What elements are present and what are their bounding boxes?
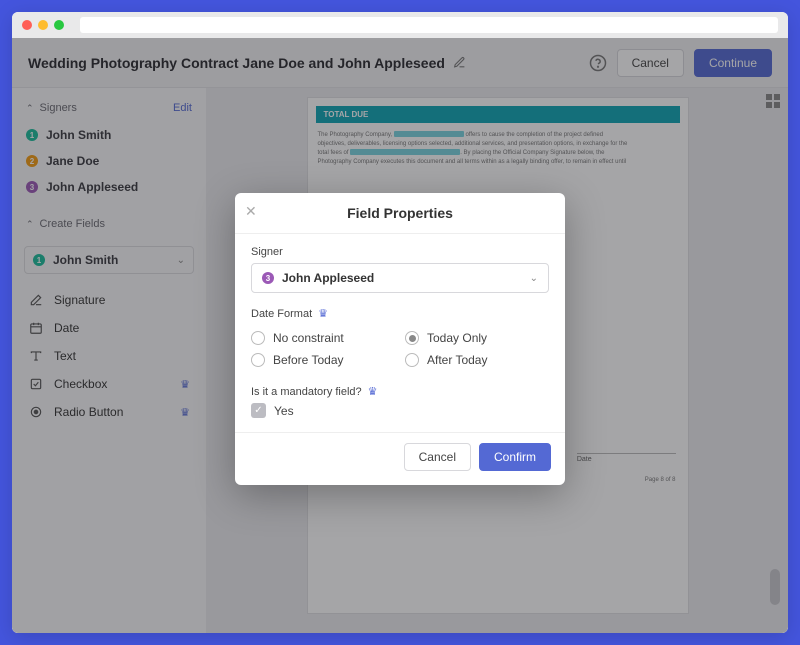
url-bar[interactable] xyxy=(80,17,778,33)
minimize-window-icon[interactable] xyxy=(38,20,48,30)
date-format-label: Date Format ♛ xyxy=(251,307,549,320)
crown-icon: ♛ xyxy=(318,307,328,320)
modal-overlay: ✕ Field Properties Signer 3 John Applese… xyxy=(12,38,788,633)
modal-header: ✕ Field Properties xyxy=(235,193,565,234)
modal-cancel-button[interactable]: Cancel xyxy=(404,443,471,471)
field-properties-modal: ✕ Field Properties Signer 3 John Applese… xyxy=(235,193,565,485)
modal-footer: Cancel Confirm xyxy=(235,432,565,485)
modal-body: Signer 3 John Appleseed ⌄ Date Format ♛ … xyxy=(235,234,565,424)
mandatory-label: Is it a mandatory field? ♛ xyxy=(251,385,549,398)
signer-select[interactable]: 3 John Appleseed ⌄ xyxy=(251,263,549,293)
maximize-window-icon[interactable] xyxy=(54,20,64,30)
app: Wedding Photography Contract Jane Doe an… xyxy=(12,38,788,633)
radio-icon xyxy=(251,353,265,367)
radio-before-today[interactable]: Before Today xyxy=(251,353,395,367)
modal-title: Field Properties xyxy=(249,205,551,221)
modal-confirm-button[interactable]: Confirm xyxy=(479,443,551,471)
mandatory-checkbox[interactable]: ✓ Yes xyxy=(251,403,549,418)
close-window-icon[interactable] xyxy=(22,20,32,30)
radio-no-constraint[interactable]: No constraint xyxy=(251,331,395,345)
radio-icon xyxy=(251,331,265,345)
crown-icon: ♛ xyxy=(368,385,378,398)
browser-window: Wedding Photography Contract Jane Doe an… xyxy=(12,12,788,633)
signer-badge: 3 xyxy=(262,272,274,284)
date-format-options: No constraint Today Only Before Today xyxy=(251,325,549,371)
radio-after-today[interactable]: After Today xyxy=(405,353,549,367)
radio-icon xyxy=(405,331,419,345)
close-icon[interactable]: ✕ xyxy=(245,203,257,220)
checkbox-icon: ✓ xyxy=(251,403,266,418)
signer-label: Signer xyxy=(251,246,549,258)
radio-today-only[interactable]: Today Only xyxy=(405,331,549,345)
window-controls xyxy=(22,20,64,30)
signer-select-value: John Appleseed xyxy=(282,271,374,285)
radio-icon xyxy=(405,353,419,367)
chevron-down-icon: ⌄ xyxy=(530,273,538,284)
browser-chrome xyxy=(12,12,788,38)
